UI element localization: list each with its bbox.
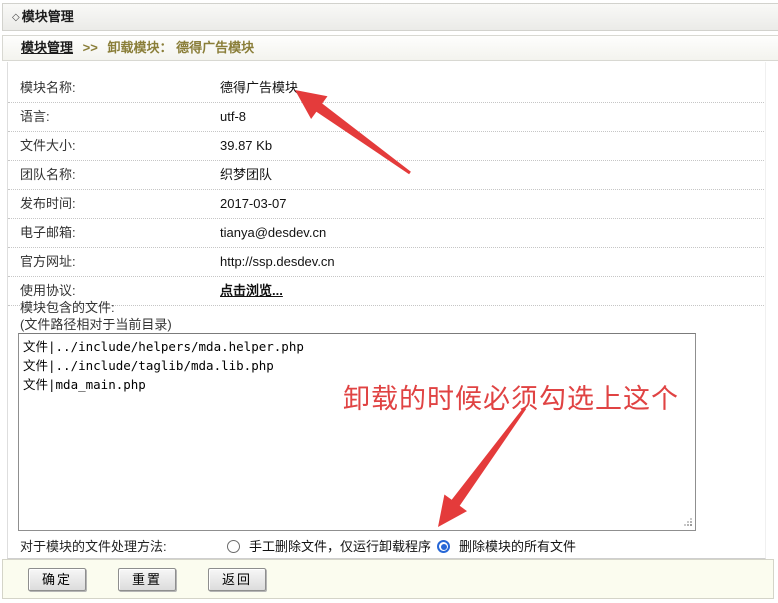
field-label: 团队名称: — [20, 161, 76, 189]
module-info-table: 模块名称: 德得广告模块 语言: utf-8 文件大小: 39.87 Kb 团队… — [8, 74, 764, 306]
files-section-label: 模块包含的文件: — [20, 300, 115, 316]
diamond-icon: ◇ — [12, 12, 20, 23]
file-handling-row: 对于模块的文件处理方法: 手工删除文件，仅运行卸载程序 删除模块的所有文件 — [0, 534, 778, 560]
breadcrumb-current: 卸载模块： 德得广告模块 — [107, 40, 254, 55]
field-value: 39.87 Kb — [220, 132, 272, 160]
reset-button[interactable]: 重置 — [118, 568, 176, 591]
radio-delete-all-files[interactable] — [437, 540, 450, 553]
field-label: 语言: — [20, 103, 50, 131]
field-value: 织梦团队 — [220, 161, 272, 189]
table-row-module-name: 模块名称: 德得广告模块 — [8, 74, 764, 103]
field-label: 文件大小: — [20, 132, 76, 160]
confirm-button[interactable]: 确定 — [28, 568, 86, 591]
page-title: 模块管理 — [22, 9, 74, 24]
breadcrumb-link-module-manage[interactable]: 模块管理 — [21, 40, 73, 55]
field-value: tianya@desdev.cn — [220, 219, 326, 247]
files-path-note: (文件路径相对于当前目录) — [20, 317, 172, 333]
table-row-official-site: 官方网址: http://ssp.desdev.cn — [8, 248, 764, 277]
breadcrumb: 模块管理 >> 卸载模块： 德得广告模块 — [2, 35, 778, 61]
back-button[interactable]: 返回 — [208, 568, 266, 591]
radio-manual-delete[interactable] — [227, 540, 240, 553]
red-annotation-text: 卸载的时候必须勾选上这个 — [343, 377, 679, 416]
license-browse-link[interactable]: 点击浏览... — [220, 277, 283, 305]
field-label: 模块名称: — [20, 74, 76, 102]
field-value: 2017-03-07 — [220, 190, 287, 218]
resize-grip-icon[interactable] — [682, 516, 694, 528]
table-row-file-size: 文件大小: 39.87 Kb — [8, 132, 764, 161]
field-value: 德得广告模块 — [220, 74, 298, 102]
radio-manual-delete-label[interactable]: 手工删除文件，仅运行卸载程序 — [249, 534, 431, 560]
files-textarea[interactable]: 文件|../include/helpers/mda.helper.php 文件|… — [18, 333, 696, 531]
file-handling-label: 对于模块的文件处理方法: — [20, 534, 167, 560]
breadcrumb-separator: >> — [83, 40, 98, 55]
radio-delete-all-files-label[interactable]: 删除模块的所有文件 — [459, 534, 576, 560]
field-label: 发布时间: — [20, 190, 76, 218]
window-title-bar: ◇模块管理 — [2, 3, 778, 31]
field-value: utf-8 — [220, 103, 246, 131]
field-value: http://ssp.desdev.cn — [220, 248, 335, 276]
field-label: 官方网址: — [20, 248, 76, 276]
table-row-team-name: 团队名称: 织梦团队 — [8, 161, 764, 190]
field-label: 电子邮箱: — [20, 219, 76, 247]
table-row-email: 电子邮箱: tianya@desdev.cn — [8, 219, 764, 248]
table-row-license: 使用协议: 点击浏览... — [8, 277, 764, 306]
table-row-release-date: 发布时间: 2017-03-07 — [8, 190, 764, 219]
table-row-language: 语言: utf-8 — [8, 103, 764, 132]
